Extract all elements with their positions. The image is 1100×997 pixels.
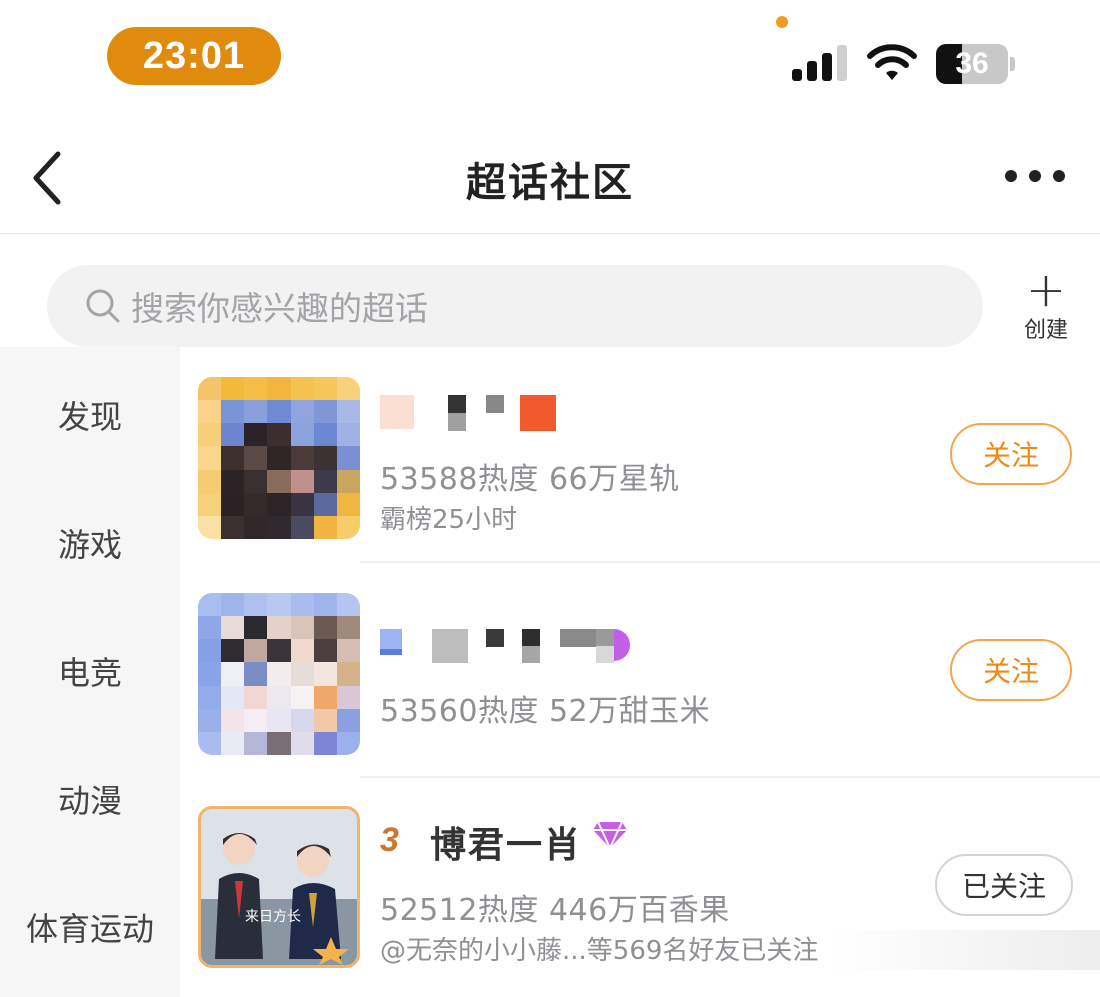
plus-icon: + — [1025, 262, 1067, 318]
search-icon — [86, 289, 120, 323]
topic-row[interactable]: 53560热度 52万甜玉米 关注 — [180, 563, 1100, 777]
more-icon[interactable] — [1005, 168, 1065, 184]
status-time: 23:01 — [107, 27, 281, 85]
topic-row[interactable]: 53588热度 66万星轨 霸榜25小时 关注 — [180, 347, 1100, 562]
followed-button[interactable]: 已关注 — [935, 854, 1073, 916]
header-divider — [0, 233, 1100, 234]
friends-followed-text: @无奈的小小藤...等569名好友已关注 — [380, 936, 819, 966]
sidebar-item-anime[interactable]: 动漫 — [0, 776, 180, 822]
battery-icon: 36 — [936, 44, 1016, 84]
topic-avatar — [198, 593, 360, 755]
scroll-fade — [830, 930, 1100, 970]
topic-avatar-photo: 来日方长 — [198, 806, 360, 968]
topic-subtext: 霸榜25小时 — [380, 505, 518, 535]
create-label: 创建 — [1023, 318, 1068, 343]
couple-photo: 来日方长 — [201, 809, 357, 965]
topic-name: 博君一肖 — [430, 825, 583, 866]
rank-badge: 3 — [380, 821, 399, 859]
topic-name-redacted — [380, 629, 630, 663]
signal-icon — [792, 45, 847, 81]
topic-name-redacted — [380, 395, 556, 431]
search-placeholder: 搜索你感兴趣的超话 — [131, 289, 428, 328]
topic-avatar — [198, 377, 360, 539]
follow-button[interactable]: 关注 — [950, 639, 1072, 701]
sidebar-item-games[interactable]: 游戏 — [0, 520, 180, 566]
follow-button[interactable]: 关注 — [950, 423, 1072, 485]
search-bar[interactable]: 搜索你感兴趣的超话 — [47, 265, 983, 347]
wifi-icon — [867, 44, 917, 80]
recording-indicator — [776, 16, 788, 28]
topic-stats: 53560热度 52万甜玉米 — [380, 694, 711, 729]
create-button[interactable]: + 创建 — [1016, 262, 1076, 343]
topic-stats: 52512热度 446万百香果 — [380, 893, 730, 928]
svg-text:来日方长: 来日方长 — [245, 909, 301, 925]
page-title: 超话社区 — [466, 160, 634, 206]
sidebar-item-esports[interactable]: 电竞 — [0, 648, 180, 694]
sidebar-item-sports[interactable]: 体育运动 — [0, 904, 180, 950]
diamond-icon — [593, 821, 627, 850]
category-sidebar: 发现 游戏 电竞 动漫 体育运动 — [0, 347, 180, 997]
battery-level: 36 — [955, 47, 989, 80]
sidebar-item-discover[interactable]: 发现 — [0, 392, 180, 438]
topic-stats: 53588热度 66万星轨 — [380, 462, 680, 497]
